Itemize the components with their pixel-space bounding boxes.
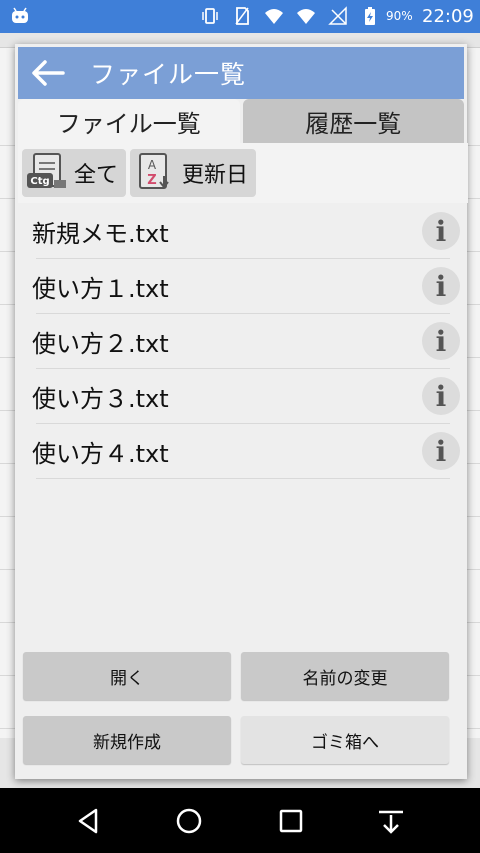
file-name: 使い方１.txt	[32, 274, 169, 303]
category-icon: Ctg	[27, 153, 66, 188]
svg-text:A: A	[148, 158, 157, 172]
category-filter-label: 全て	[74, 163, 119, 188]
file-name: 新規メモ.txt	[32, 219, 169, 248]
sort-az-icon: A Z	[139, 153, 169, 189]
no-sim-icon	[235, 7, 249, 25]
category-badge-text: Ctg	[30, 176, 49, 187]
battery-percent: 90%	[386, 9, 413, 23]
sort-label: 更新日	[182, 163, 249, 188]
nav-back-icon[interactable]	[74, 806, 104, 836]
tab-history[interactable]: 履歴一覧	[242, 99, 464, 143]
info-icon[interactable]: i	[422, 267, 460, 305]
nav-home-icon[interactable]	[174, 806, 204, 836]
category-filter-button[interactable]: Ctg 全て	[22, 149, 127, 197]
dialog-header: ファイル一覧	[18, 47, 464, 99]
navigation-bar	[0, 788, 480, 853]
file-row[interactable]: 使い方１.txt i	[32, 259, 460, 314]
file-row[interactable]: 使い方４.txt i	[32, 424, 460, 479]
filter-bar: Ctg 全て A Z 更新日	[18, 143, 468, 203]
open-button[interactable]: 開く	[23, 652, 231, 700]
svg-text:Z: Z	[147, 173, 156, 188]
info-icon[interactable]: i	[422, 212, 460, 250]
vibrate-icon	[202, 8, 218, 24]
info-icon[interactable]: i	[422, 377, 460, 415]
dialog-title: ファイル一覧	[90, 60, 247, 89]
move-to-trash-button[interactable]: ゴミ箱へ	[241, 716, 449, 764]
sort-button[interactable]: A Z 更新日	[130, 149, 257, 197]
wifi-calling-icon	[265, 9, 283, 24]
new-file-button[interactable]: 新規作成	[23, 716, 231, 764]
wifi-icon	[297, 9, 315, 24]
nav-recents-icon[interactable]	[276, 806, 306, 836]
file-name: 使い方４.txt	[32, 439, 169, 468]
file-name: 使い方３.txt	[32, 384, 169, 413]
status-bar: 90% 22:09	[0, 0, 480, 33]
back-arrow-icon	[32, 60, 65, 86]
file-row[interactable]: 使い方３.txt i	[32, 369, 460, 424]
tab-file-list[interactable]: ファイル一覧	[18, 99, 240, 143]
info-icon[interactable]: i	[422, 432, 460, 470]
file-name: 使い方２.txt	[32, 329, 169, 358]
back-button[interactable]	[18, 47, 78, 99]
info-icon[interactable]: i	[422, 322, 460, 360]
action-buttons: 開く 名前の変更 新規作成 ゴミ箱へ	[18, 644, 464, 776]
rename-button[interactable]: 名前の変更	[241, 652, 449, 700]
file-row[interactable]: 使い方２.txt i	[32, 314, 460, 369]
battery-charging-icon	[365, 7, 375, 25]
tab-bar: ファイル一覧 履歴一覧	[18, 99, 464, 143]
nav-hide-keyboard-icon[interactable]	[376, 806, 406, 836]
clock: 22:09	[422, 6, 474, 27]
file-list: 新規メモ.txt i 使い方１.txt i 使い方２.txt i 使い方３.tx…	[18, 204, 464, 644]
file-list-dialog: ファイル一覧 ファイル一覧 履歴一覧 Ctg 全て A Z 更新日 新規メモ.t…	[15, 44, 468, 779]
android-notification-icon	[12, 7, 28, 23]
signal-off-icon	[328, 6, 347, 25]
file-row[interactable]: 新規メモ.txt i	[32, 204, 460, 259]
